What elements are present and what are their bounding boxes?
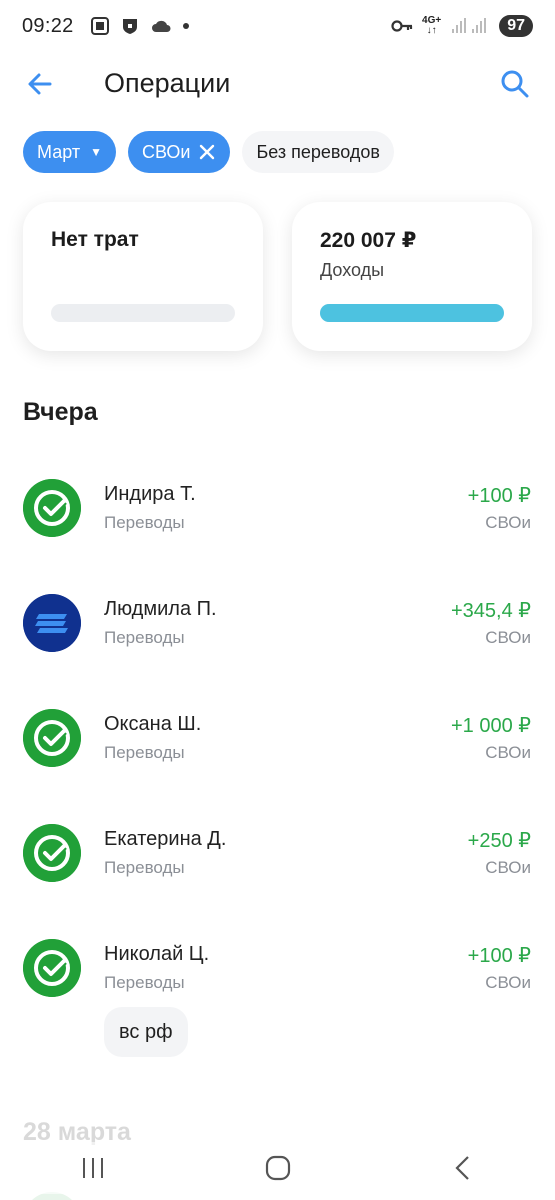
- expenses-bar: [51, 304, 235, 322]
- transaction-source: СВОи: [485, 858, 531, 877]
- transaction-row[interactable]: Индира Т. Переводы +100 ₽ СВОи: [0, 479, 555, 569]
- sber-check-icon: [23, 939, 81, 997]
- chevron-down-icon: ▼: [90, 145, 102, 159]
- transaction-name: Оксана Ш.: [104, 713, 202, 735]
- section-header-yesterday: Вчера: [23, 398, 98, 426]
- transaction-amount: +100 ₽: [467, 945, 531, 967]
- income-label: Доходы: [320, 260, 385, 280]
- back-icon: [454, 1156, 469, 1180]
- filter-chips: Март ▼ СВОи Без переводов: [23, 131, 394, 173]
- sber-check-icon: [23, 479, 81, 537]
- top-app-bar: Операции: [0, 56, 555, 112]
- expenses-title: Нет трат: [51, 228, 139, 251]
- transaction-row[interactable]: Николай Ц. Переводы +100 ₽ СВОи: [0, 939, 555, 1029]
- income-amount: 220 007 ₽: [320, 229, 417, 252]
- network-type: 4G+ ↓↑: [422, 15, 442, 36]
- cloud-icon: [151, 20, 171, 32]
- transaction-category: Переводы: [104, 743, 185, 762]
- transaction-category: Переводы: [104, 858, 185, 877]
- month-filter-label: Март: [37, 141, 81, 162]
- sber-check-icon: [23, 824, 81, 882]
- transaction-amount: +345,4 ₽: [450, 600, 531, 622]
- month-filter-chip[interactable]: Март ▼: [23, 131, 116, 173]
- search-icon[interactable]: [499, 68, 531, 100]
- transaction-source: СВОи: [485, 628, 531, 647]
- recent-apps-button[interactable]: [69, 1152, 117, 1184]
- arrow-left-icon[interactable]: [24, 68, 56, 100]
- transaction-name: Людмила П.: [104, 598, 217, 620]
- home-button[interactable]: [254, 1152, 302, 1184]
- transaction-name: Индира Т.: [104, 483, 196, 505]
- home-icon: [265, 1155, 290, 1181]
- transaction-name: Екатерина Д.: [104, 828, 227, 850]
- transaction-amount: +100 ₽: [467, 485, 531, 507]
- transaction-amount: +250 ₽: [467, 830, 531, 852]
- account-filter-label: СВОи: [141, 141, 191, 162]
- signal-icon: [452, 18, 487, 33]
- bank-logo-icon: [23, 594, 81, 652]
- account-filter-chip[interactable]: СВОи: [127, 131, 231, 173]
- transaction-comment-tag[interactable]: вс рф: [104, 1007, 188, 1057]
- transaction-category: Переводы: [104, 513, 185, 532]
- income-bar: [320, 304, 504, 322]
- income-bar-fill: [320, 304, 504, 322]
- system-nav-bar: [0, 1142, 555, 1194]
- close-icon[interactable]: [198, 143, 216, 161]
- no-transfers-chip[interactable]: Без переводов: [242, 131, 394, 173]
- transaction-source: СВОи: [485, 973, 531, 992]
- status-time: 09:22: [22, 14, 74, 37]
- recent-apps-icon: [82, 1158, 103, 1178]
- transaction-category: Переводы: [104, 973, 185, 992]
- transaction-row[interactable]: Екатерина Д. Переводы +250 ₽ СВОи: [0, 824, 555, 914]
- transaction-name: Николай Ц.: [104, 943, 210, 965]
- sber-check-icon: [23, 709, 81, 767]
- page-title: Операции: [104, 68, 231, 98]
- battery-indicator: 97: [499, 15, 533, 37]
- expenses-card[interactable]: Нет трат: [23, 202, 263, 351]
- screenshot-icon: [90, 17, 109, 35]
- shield-icon: [122, 19, 137, 34]
- no-transfers-label: Без переводов: [256, 141, 380, 162]
- transaction-source: СВОи: [485, 513, 531, 532]
- transaction-row[interactable]: Оксана Ш. Переводы +1 000 ₽ СВОи: [0, 709, 555, 799]
- income-card[interactable]: 220 007 ₽ Доходы: [292, 202, 532, 351]
- summary-cards: Нет трат 220 007 ₽ Доходы: [23, 202, 532, 351]
- status-bar: 09:22 4G+ ↓↑ 97: [0, 0, 555, 52]
- back-nav-button[interactable]: [439, 1152, 487, 1184]
- transaction-amount: +1 000 ₽: [450, 715, 531, 737]
- dot-icon: [182, 23, 189, 29]
- transaction-source: СВОи: [485, 743, 531, 762]
- transaction-row[interactable]: Людмила П. Переводы +345,4 ₽ СВОи: [0, 594, 555, 684]
- transaction-category: Переводы: [104, 628, 185, 647]
- key-icon: [391, 20, 413, 32]
